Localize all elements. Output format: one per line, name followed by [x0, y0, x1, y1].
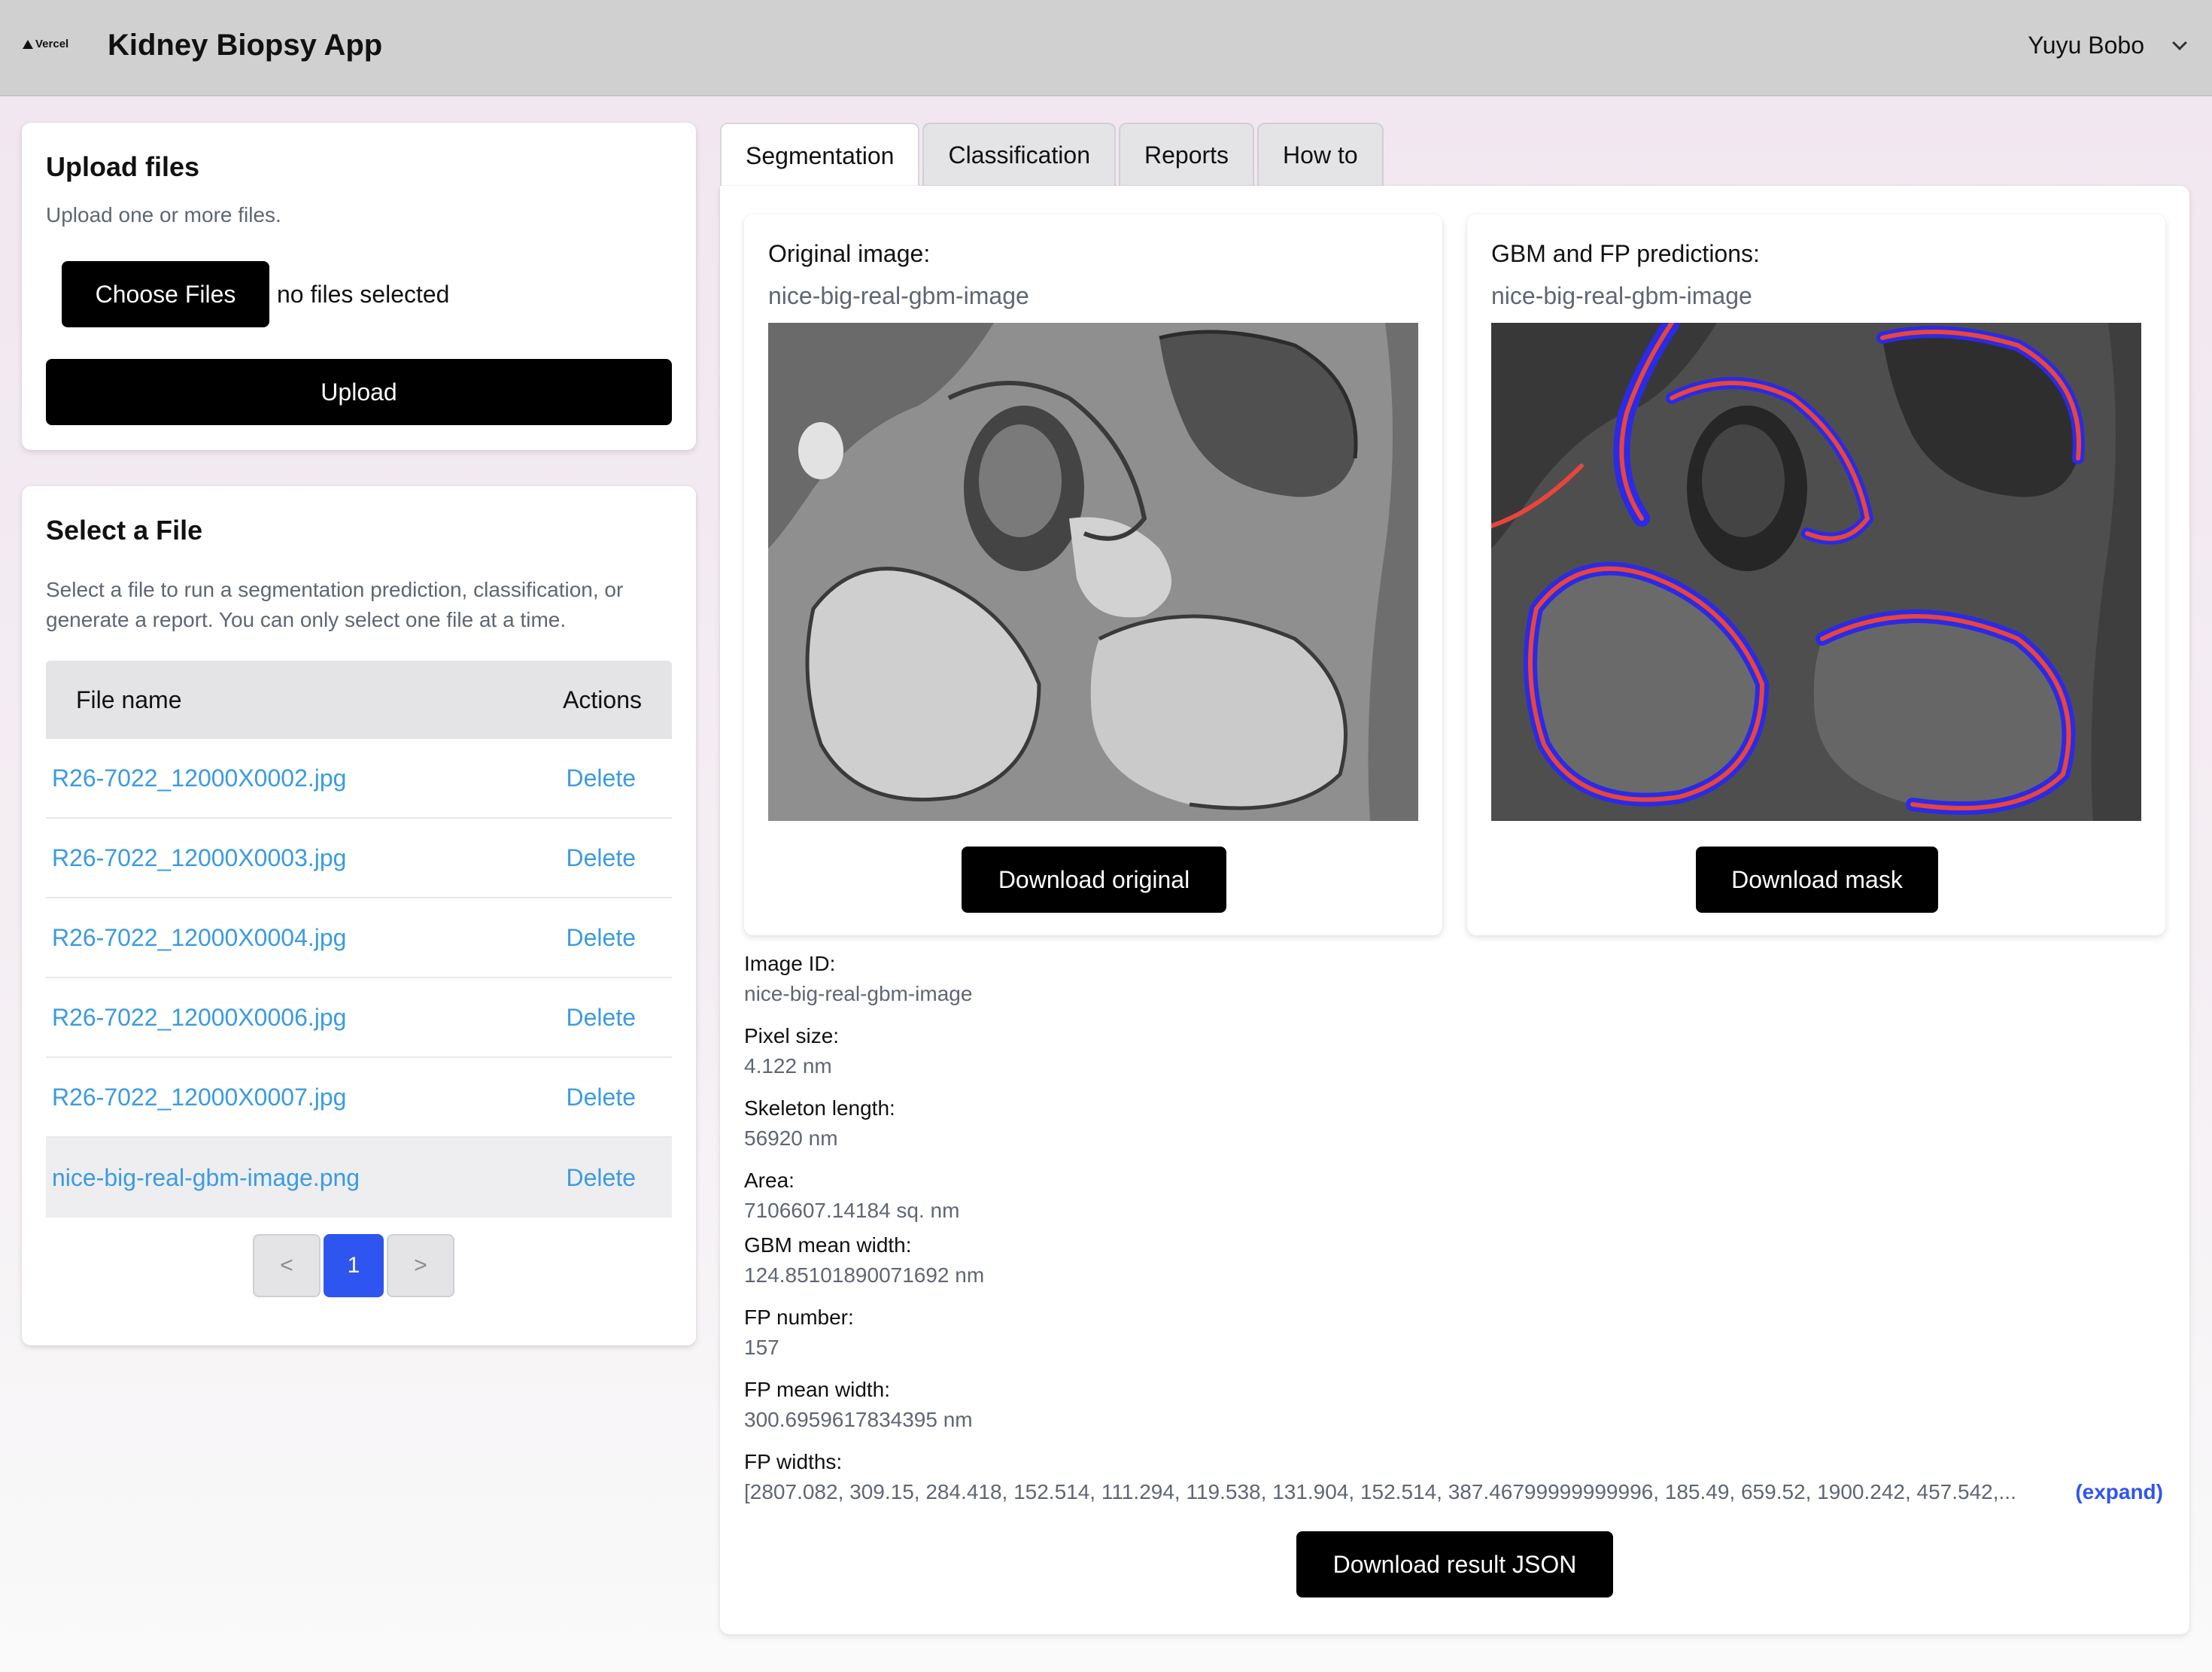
stat-skeleton-length: Skeleton length: 56920 nm [744, 1093, 895, 1154]
download-result-json-button[interactable]: Download result JSON [1296, 1531, 1613, 1598]
table-header: File name Actions [46, 661, 672, 739]
delete-link[interactable]: Delete [567, 1084, 637, 1111]
upload-card: Upload files Upload one or more files. C… [22, 123, 696, 450]
stat-image-id: Image ID: nice-big-real-gbm-image [744, 949, 972, 1009]
prediction-mask-image [1491, 323, 2141, 821]
stat-value: 157 [744, 1336, 779, 1359]
choose-files-button[interactable]: Choose Files [62, 261, 269, 327]
column-header-file-name: File name [76, 686, 182, 713]
tab-how-to[interactable]: How to [1257, 123, 1384, 186]
prediction-image-label: GBM and FP predictions: [1491, 240, 1760, 267]
stat-value: 300.6959617834395 nm [744, 1408, 973, 1431]
chevron-down-icon[interactable] [2172, 35, 2187, 50]
file-name-link[interactable]: nice-big-real-gbm-image.png [52, 1164, 360, 1192]
page-1-button[interactable]: 1 [324, 1234, 384, 1297]
segmentation-panel: Original image: nice-big-real-gbm-image … [720, 186, 2189, 1634]
stat-label: GBM mean width: [744, 1233, 912, 1257]
stat-label: Area: [744, 1169, 795, 1192]
stat-label: FP widths: [744, 1450, 843, 1473]
stat-value: 124.85101890071692 nm [744, 1263, 985, 1287]
select-file-title: Select a File [46, 515, 203, 546]
prediction-image-card: GBM and FP predictions: nice-big-real-gb… [1467, 214, 2165, 935]
stat-label: Image ID: [744, 952, 836, 975]
stat-label: Pixel size: [744, 1024, 840, 1047]
original-image-card: Original image: nice-big-real-gbm-image … [744, 214, 1442, 935]
table-row[interactable]: R26-7022_12000X0007.jpg Delete [46, 1058, 672, 1138]
file-name-link[interactable]: R26-7022_12000X0003.jpg [52, 844, 346, 872]
stat-fp-number: FP number: 157 [744, 1303, 854, 1363]
file-name-link[interactable]: R26-7022_12000X0006.jpg [52, 1004, 346, 1032]
expand-link[interactable]: (expand) [2075, 1477, 2163, 1507]
logo-text: Vercel [35, 38, 69, 50]
file-name-link[interactable]: R26-7022_12000X0007.jpg [52, 1084, 346, 1111]
stat-area: Area: 7106607.14184 sq. nm [744, 1166, 959, 1226]
user-name: Yuyu Bobo [2028, 32, 2144, 59]
select-file-description: Select a file to run a segmentation pred… [46, 578, 624, 631]
download-mask-button[interactable]: Download mask [1696, 847, 1938, 913]
table-row[interactable]: R26-7022_12000X0002.jpg Delete [46, 739, 672, 819]
file-input: Choose Files no files selected [62, 261, 449, 327]
upload-subtitle: Upload one or more files. [46, 203, 281, 226]
stat-fp-widths: FP widths: [2807.082, 309.15, 284.418, 1… [744, 1447, 2163, 1507]
stat-value: 56920 nm [744, 1126, 838, 1150]
tab-classification[interactable]: Classification [922, 123, 1116, 186]
stat-label: FP mean width: [744, 1378, 891, 1401]
tab-bar: Segmentation Classification Reports How … [720, 123, 1384, 187]
delete-link[interactable]: Delete [567, 924, 637, 952]
delete-link[interactable]: Delete [567, 1004, 637, 1032]
delete-link[interactable]: Delete [567, 1164, 637, 1192]
original-image [768, 323, 1418, 821]
user-menu[interactable]: Yuyu Bobo [2028, 32, 2187, 59]
file-name-link[interactable]: R26-7022_12000X0002.jpg [52, 765, 346, 792]
stat-fp-mean-width: FP mean width: 300.6959617834395 nm [744, 1375, 973, 1435]
stat-gbm-mean-width: GBM mean width: 124.85101890071692 nm [744, 1230, 984, 1290]
no-files-text: no files selected [277, 280, 450, 308]
delete-link[interactable]: Delete [567, 844, 637, 872]
prev-page-button[interactable]: < [253, 1234, 321, 1297]
download-original-button[interactable]: Download original [962, 847, 1226, 913]
column-header-actions: Actions [563, 686, 642, 713]
stat-label: Skeleton length: [744, 1096, 895, 1120]
fp-widths-value: [2807.082, 309.15, 284.418, 152.514, 111… [744, 1480, 2016, 1503]
select-file-card: Select a File Select a file to run a seg… [22, 486, 696, 1345]
table-row[interactable]: R26-7022_12000X0004.jpg Delete [46, 898, 672, 978]
table-row[interactable]: R26-7022_12000X0003.jpg Delete [46, 819, 672, 898]
vercel-logo: Vercel [23, 38, 68, 50]
app-title: Kidney Biopsy App [108, 29, 383, 62]
file-table: File name Actions R26-7022_12000X0002.jp… [46, 661, 672, 1218]
tab-segmentation[interactable]: Segmentation [720, 123, 920, 187]
app-header: Vercel Kidney Biopsy App Yuyu Bobo [0, 0, 2212, 96]
stat-value: nice-big-real-gbm-image [744, 982, 973, 1005]
original-image-name: nice-big-real-gbm-image [768, 282, 1029, 309]
table-row[interactable]: R26-7022_12000X0006.jpg Delete [46, 978, 672, 1058]
stat-value: 4.122 nm [744, 1054, 832, 1078]
vercel-triangle-icon [23, 39, 33, 49]
next-page-button[interactable]: > [387, 1234, 454, 1297]
upload-button[interactable]: Upload [46, 359, 672, 425]
delete-link[interactable]: Delete [567, 765, 637, 792]
stat-value: 7106607.14184 sq. nm [744, 1199, 960, 1222]
pagination: < 1 > [253, 1234, 454, 1297]
tab-reports[interactable]: Reports [1118, 123, 1255, 186]
file-name-link[interactable]: R26-7022_12000X0004.jpg [52, 924, 346, 952]
original-image-label: Original image: [768, 240, 931, 267]
prediction-image-name: nice-big-real-gbm-image [1491, 282, 1752, 309]
table-row-selected[interactable]: nice-big-real-gbm-image.png Delete [46, 1138, 672, 1218]
stat-label: FP number: [744, 1306, 854, 1329]
stat-pixel-size: Pixel size: 4.122 nm [744, 1021, 839, 1081]
upload-title: Upload files [46, 151, 200, 182]
stat-value-row: [2807.082, 309.15, 284.418, 152.514, 111… [744, 1477, 2163, 1507]
